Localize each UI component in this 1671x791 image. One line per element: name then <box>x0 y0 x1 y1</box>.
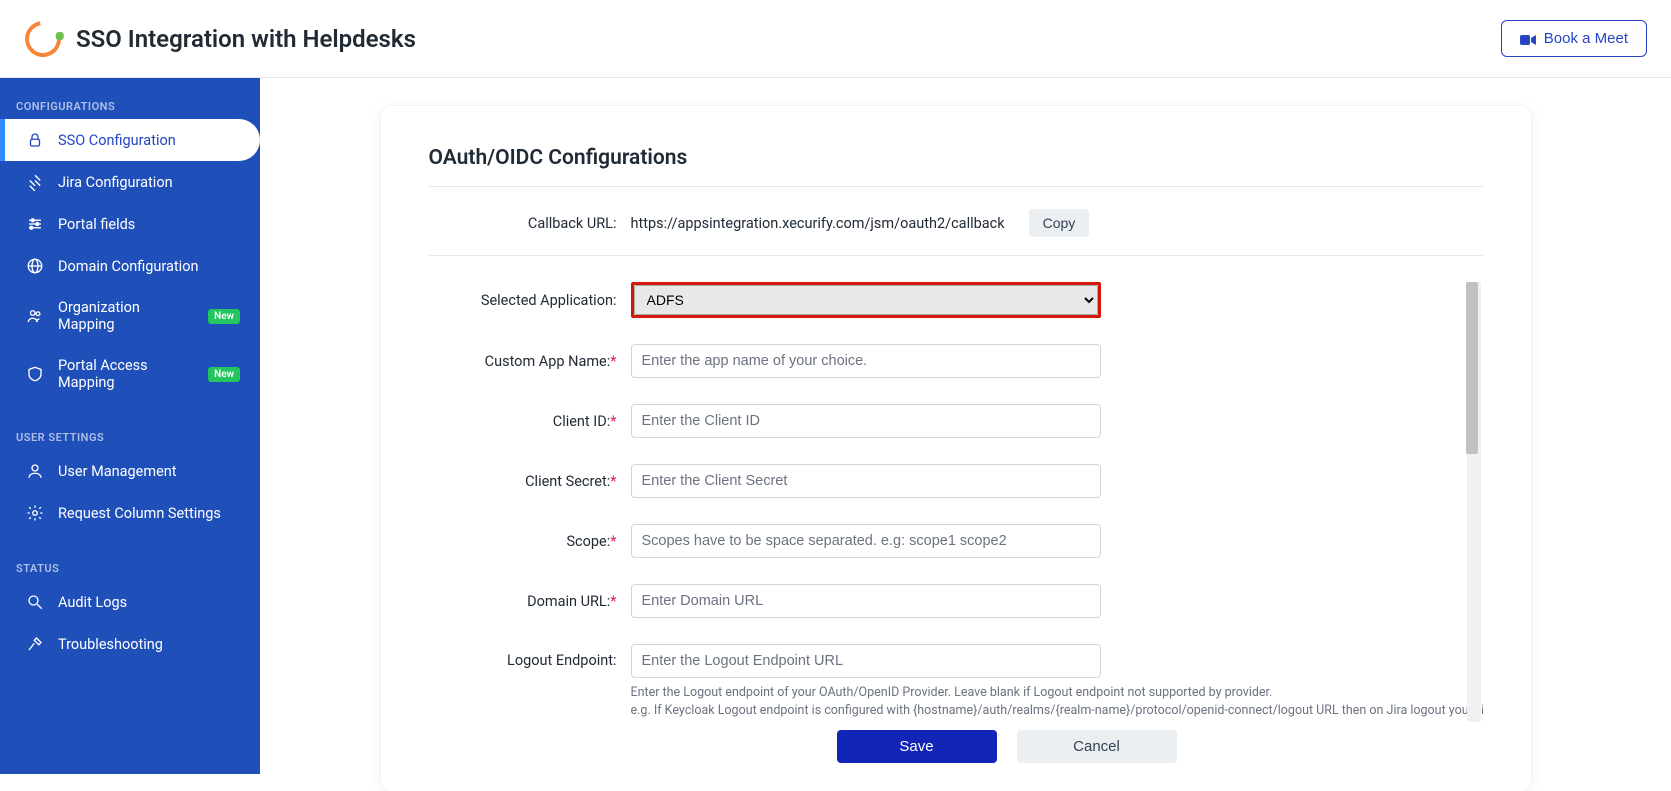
app-header: SSO Integration with Helpdesks Book a Me… <box>0 0 1671 78</box>
main-content: OAuth/OIDC Configurations Callback URL: … <box>260 78 1671 774</box>
scope-input[interactable] <box>631 524 1101 558</box>
video-icon <box>1520 33 1536 45</box>
sidebar-item-audit-logs[interactable]: Audit Logs <box>0 581 260 623</box>
new-badge: New <box>208 367 240 382</box>
book-meet-label: Book a Meet <box>1544 30 1628 47</box>
header-left: SSO Integration with Helpdesks <box>24 20 416 58</box>
jira-icon <box>26 173 44 191</box>
sidebar-item-label: Organization Mapping <box>58 299 190 333</box>
domain-url-input[interactable] <box>631 584 1101 618</box>
sidebar-item-portal-fields[interactable]: Portal fields <box>0 203 260 245</box>
sidebar-item-label: User Management <box>58 463 177 480</box>
client-id-input[interactable] <box>631 404 1101 438</box>
lock-icon <box>26 131 44 149</box>
client-secret-row: Client Secret:* <box>429 464 1449 498</box>
callback-url-value: https://appsintegration.xecurify.com/jsm… <box>631 215 1005 232</box>
sidebar-item-label: Jira Configuration <box>58 174 173 191</box>
sidebar: CONFIGURATIONS SSO Configuration Jira Co… <box>0 78 260 774</box>
client-secret-input[interactable] <box>631 464 1101 498</box>
app-logo <box>24 20 62 58</box>
sidebar-item-label: SSO Configuration <box>58 132 176 149</box>
cancel-button[interactable]: Cancel <box>1017 730 1177 763</box>
scope-label: Scope:* <box>429 533 617 550</box>
logout-endpoint-label: Logout Endpoint: <box>429 644 617 669</box>
sidebar-item-label: Domain Configuration <box>58 258 198 275</box>
divider <box>429 255 1483 256</box>
sidebar-item-label: Audit Logs <box>58 594 127 611</box>
sidebar-item-sso-configuration[interactable]: SSO Configuration <box>0 119 260 161</box>
sidebar-item-label: Request Column Settings <box>58 505 221 522</box>
sidebar-section-user-settings: USER SETTINGS <box>0 421 260 450</box>
selected-app-label: Selected Application: <box>429 292 617 309</box>
search-icon <box>26 593 44 611</box>
client-id-label: Client ID:* <box>429 413 617 430</box>
selected-app-row: Selected Application: ADFS <box>429 282 1449 318</box>
domain-url-row: Domain URL:* <box>429 584 1449 618</box>
domain-url-label: Domain URL:* <box>429 593 617 610</box>
sidebar-item-portal-access-mapping[interactable]: Portal Access Mapping New <box>0 345 260 403</box>
sidebar-item-troubleshooting[interactable]: Troubleshooting <box>0 623 260 665</box>
app-name-row: Custom App Name:* <box>429 344 1449 378</box>
shield-icon <box>26 365 44 383</box>
sidebar-item-organization-mapping[interactable]: Organization Mapping New <box>0 287 260 345</box>
logout-endpoint-input[interactable] <box>631 644 1101 678</box>
sidebar-item-jira-configuration[interactable]: Jira Configuration <box>0 161 260 203</box>
client-secret-label: Client Secret:* <box>429 473 617 490</box>
selected-application-select[interactable]: ADFS <box>634 285 1098 315</box>
client-id-row: Client ID:* <box>429 404 1449 438</box>
sidebar-item-user-management[interactable]: User Management <box>0 450 260 492</box>
new-badge: New <box>208 309 240 324</box>
custom-app-name-input[interactable] <box>631 344 1101 378</box>
app-name-label: Custom App Name:* <box>429 353 617 370</box>
app-title: SSO Integration with Helpdesks <box>76 25 416 53</box>
hammer-icon <box>26 635 44 653</box>
form-scroll-area: ▲ ▼ Selected Application: ADFS <box>429 282 1483 722</box>
sliders-icon <box>26 215 44 233</box>
panel-title: OAuth/OIDC Configurations <box>429 146 1483 187</box>
users-icon <box>26 307 44 325</box>
logout-hint: Enter the Logout endpoint of your OAuth/… <box>631 684 1483 719</box>
sidebar-item-domain-configuration[interactable]: Domain Configuration <box>0 245 260 287</box>
sidebar-item-request-column-settings[interactable]: Request Column Settings <box>0 492 260 534</box>
sidebar-item-label: Portal fields <box>58 216 135 233</box>
callback-row: Callback URL: https://appsintegration.xe… <box>429 209 1483 237</box>
user-icon <box>26 462 44 480</box>
form-actions: Save Cancel <box>429 730 1483 763</box>
config-panel: OAuth/OIDC Configurations Callback URL: … <box>381 106 1531 791</box>
globe-icon <box>26 257 44 275</box>
sidebar-section-configurations: CONFIGURATIONS <box>0 90 260 119</box>
callback-label: Callback URL: <box>429 215 617 232</box>
selected-app-highlight: ADFS <box>631 282 1101 318</box>
sidebar-section-status: STATUS <box>0 552 260 581</box>
scrollbar-track[interactable] <box>1467 282 1481 722</box>
copy-button[interactable]: Copy <box>1029 209 1090 237</box>
gear-icon <box>26 504 44 522</box>
save-button[interactable]: Save <box>837 730 997 763</box>
sidebar-item-label: Troubleshooting <box>58 636 163 653</box>
scope-row: Scope:* <box>429 524 1449 558</box>
sidebar-item-label: Portal Access Mapping <box>58 357 190 391</box>
scrollbar-thumb[interactable] <box>1466 282 1478 454</box>
book-meet-button[interactable]: Book a Meet <box>1501 20 1647 57</box>
logout-endpoint-row: Logout Endpoint: Enter the Logout endpoi… <box>429 644 1449 719</box>
